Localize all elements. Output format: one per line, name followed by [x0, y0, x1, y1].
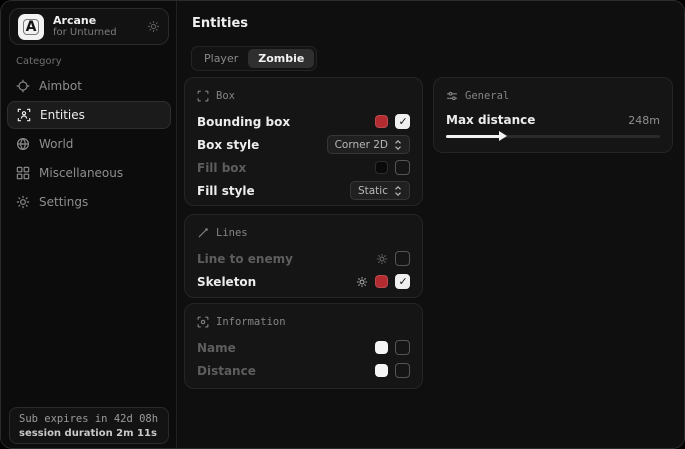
setting-row: Distance — [197, 359, 410, 382]
row-label: Name — [197, 341, 236, 355]
sidebar-item-world[interactable]: World — [7, 130, 171, 158]
entity-tabs: Player Zombie — [191, 46, 317, 71]
subscription-card: Sub expires in 42d 08h session duration … — [9, 407, 169, 444]
info-scan-icon — [197, 316, 209, 328]
grid-icon — [16, 166, 39, 180]
fill-style-dropdown[interactable]: Static — [350, 181, 410, 200]
setting-row: Skeleton — [197, 270, 410, 293]
sidebar-item-label: Aimbot — [39, 79, 82, 93]
setting-row: Fill box — [197, 156, 410, 179]
app-subtitle: for Unturned — [53, 27, 147, 39]
sidebar-item-aimbot[interactable]: Aimbot — [7, 72, 171, 100]
bounding-box-checkbox[interactable] — [395, 114, 410, 129]
category-label: Category — [16, 56, 62, 67]
color-swatch[interactable] — [375, 161, 388, 174]
row-label: Fill box — [197, 161, 246, 175]
sidebar-item-miscellaneous[interactable]: Miscellaneous — [7, 159, 171, 187]
sidebar-item-label: Miscellaneous — [39, 166, 123, 180]
sidebar-item-label: Entities — [40, 108, 85, 122]
sidebar-nav: Aimbot Entities World — [7, 72, 171, 217]
gear-icon — [16, 195, 39, 209]
sidebar-item-label: Settings — [39, 195, 88, 209]
color-swatch[interactable] — [375, 364, 388, 377]
fill-box-checkbox[interactable] — [395, 160, 410, 175]
setting-row: Line to enemy — [197, 247, 410, 270]
sidebar-item-label: World — [39, 137, 73, 151]
card-title: General — [465, 90, 509, 102]
line-to-enemy-checkbox[interactable] — [395, 251, 410, 266]
row-settings-gear-icon[interactable] — [356, 276, 368, 288]
color-swatch[interactable] — [375, 341, 388, 354]
card-title: Box — [216, 90, 235, 102]
main-panel: Entities Player Zombie Box Bounding box — [178, 1, 684, 448]
tab-player[interactable]: Player — [194, 49, 248, 68]
name-checkbox[interactable] — [395, 340, 410, 355]
tab-zombie[interactable]: Zombie — [248, 49, 314, 68]
row-label: Skeleton — [197, 275, 256, 289]
box-card: Box Bounding box Box style Corner 2D — [184, 77, 423, 206]
crosshair-icon — [16, 79, 39, 93]
row-label: Line to enemy — [197, 252, 293, 266]
globe-icon — [16, 137, 39, 151]
slider-label: Max distance — [446, 113, 535, 127]
sub-expiry-text: Sub expires in 42d 08h — [19, 412, 159, 427]
row-label: Distance — [197, 364, 256, 378]
app-window: A Arcane for Unturned Category Aim — [0, 0, 685, 449]
box-style-dropdown[interactable]: Corner 2D — [327, 135, 410, 154]
general-card: General Max distance 248m — [433, 77, 673, 153]
app-logo: A — [18, 14, 44, 40]
sidebar-item-settings[interactable]: Settings — [7, 188, 171, 216]
app-name: Arcane — [53, 14, 147, 27]
color-swatch[interactable] — [375, 115, 388, 128]
information-card: Information Name Distance — [184, 303, 423, 389]
lines-card: Lines Line to enemy Skeleton — [184, 214, 423, 298]
setting-row: Bounding box — [197, 110, 410, 133]
row-label: Fill style — [197, 184, 255, 198]
slider-value: 248m — [628, 114, 660, 127]
skeleton-checkbox[interactable] — [395, 274, 410, 289]
slider-thumb-icon[interactable] — [499, 131, 507, 141]
distance-checkbox[interactable] — [395, 363, 410, 378]
chevron-up-down-icon — [394, 140, 402, 150]
card-title: Lines — [216, 227, 248, 239]
row-label: Box style — [197, 138, 259, 152]
row-label: Bounding box — [197, 115, 290, 129]
color-swatch[interactable] — [375, 275, 388, 288]
brand-card: A Arcane for Unturned — [9, 8, 169, 45]
setting-row: Fill style Static — [197, 179, 410, 202]
session-duration-text: session duration 2m 11s — [19, 427, 159, 440]
sliders-icon — [446, 90, 458, 102]
sidebar: A Arcane for Unturned Category Aim — [1, 1, 177, 448]
entity-scan-icon — [17, 108, 40, 122]
sidebar-item-entities[interactable]: Entities — [7, 101, 171, 129]
setting-row: Name — [197, 336, 410, 359]
header-gear-icon[interactable] — [147, 20, 160, 33]
card-title: Information — [216, 316, 286, 328]
page-title: Entities — [192, 16, 248, 31]
line-icon — [197, 227, 209, 239]
box-corners-icon — [197, 90, 209, 102]
row-settings-gear-icon[interactable] — [376, 253, 388, 265]
chevron-up-down-icon — [394, 186, 402, 196]
max-distance-slider[interactable] — [446, 135, 660, 138]
setting-row: Box style Corner 2D — [197, 133, 410, 156]
